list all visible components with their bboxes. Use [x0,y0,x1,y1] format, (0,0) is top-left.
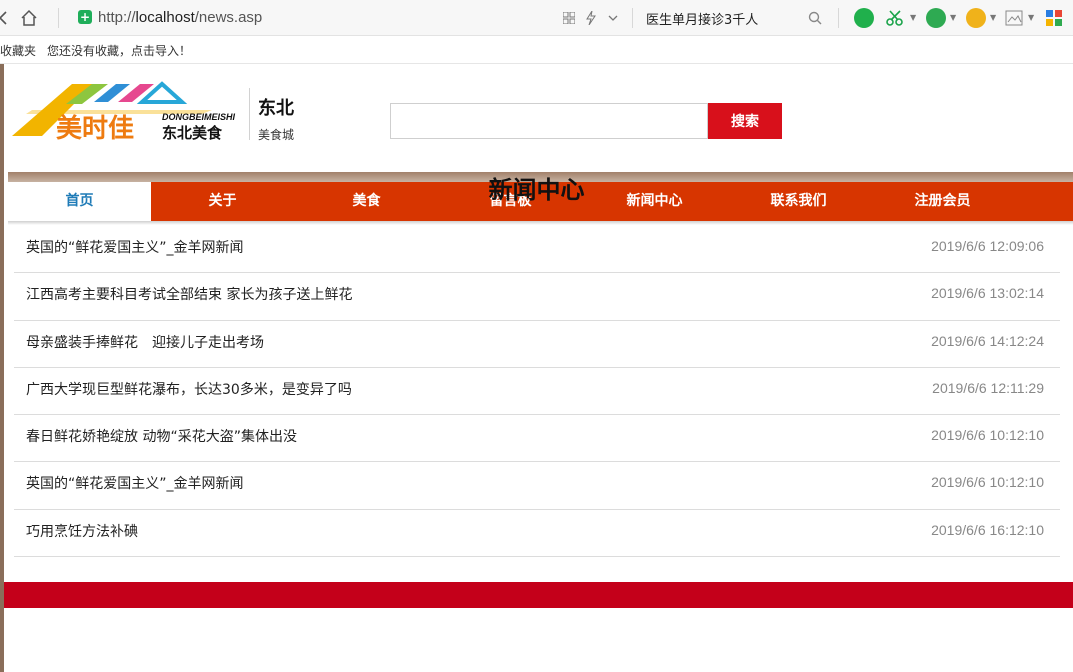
chevron-down-icon[interactable]: ▼ [950,13,956,22]
news-title-link[interactable]: 英国的“鲜花爱国主义”_金羊网新闻 [26,237,244,257]
site-logo[interactable]: 美时佳 DONGBEIMEISHI 东北美食 [12,80,244,144]
brand-subtitle: 美食城 [258,128,295,142]
site-footer [4,582,1073,608]
news-date: 2019/6/6 13:02:14 [931,285,1044,302]
brand-divider [249,88,250,140]
chevron-down-icon[interactable]: ▼ [910,13,916,22]
search-suggestion[interactable]: 医生单月接诊3千人 [646,9,758,28]
list-item[interactable]: 英国的“鲜花爱国主义”_金羊网新闻 2019/6/6 10:12:10 [14,462,1060,510]
list-item[interactable]: 英国的“鲜花爱国主义”_金羊网新闻 2019/6/6 12:09:06 [14,226,1060,274]
browser-toolbar: + http://localhost/news.asp 医生单月接诊3千人 ▼ … [0,0,1073,36]
list-item[interactable]: 广西大学现巨型鲜花瀑布，长达30多米，是变异了吗 2019/6/6 12:11:… [14,368,1060,416]
news-title-link[interactable]: 春日鲜花娇艳绽放 动物“采花大盗”集体出没 [26,426,297,446]
logo-text: 美时佳 [56,114,135,144]
url-host: localhost [135,9,195,26]
bookmarks-bar: 收藏夹 您还没有收藏，点击导入！ [0,36,1073,64]
news-title-link[interactable]: 母亲盛装手捧鲜花 迎接儿子走出考场 [26,332,264,352]
coin-icon[interactable] [966,8,986,28]
page-title: 新闻中心 [488,176,585,204]
back-arrow-icon[interactable] [0,9,12,27]
bookmarks-import-hint[interactable]: 您还没有收藏，点击导入！ [47,42,191,59]
image-icon[interactable] [1005,9,1023,27]
news-date: 2019/6/6 12:11:29 [932,379,1044,396]
chevron-down-icon[interactable]: ▼ [1028,13,1034,22]
list-item[interactable]: 江西高考主要科目考试全部结束 家长为孩子送上鲜花 2019/6/6 13:02:… [14,273,1060,321]
home-icon[interactable] [20,9,38,27]
apps-grid-icon[interactable] [1045,9,1063,27]
news-date: 2019/6/6 12:09:06 [931,238,1044,254]
chevron-down-icon[interactable]: ▼ [990,13,996,22]
news-date: 2019/6/6 16:12:10 [931,521,1044,538]
chevron-down-icon[interactable] [604,9,622,27]
news-date: 2019/6/6 10:12:10 [931,427,1044,444]
translate-icon[interactable] [926,8,946,28]
toolbar-divider [58,8,59,28]
list-item[interactable]: 母亲盛装手捧鲜花 迎接儿子走出考场 2019/6/6 14:12:24 [14,321,1060,368]
chat-extension-icon[interactable] [854,8,874,28]
search-button[interactable]: 搜索 [708,103,782,139]
search-icon[interactable] [806,9,824,27]
news-date: 2019/6/6 14:12:24 [931,332,1044,349]
brand-title: 东北 [258,98,294,119]
toolbar-divider [632,8,633,28]
site-header: 美时佳 DONGBEIMEISHI 东北美食 东北 美食城 搜索 [8,64,1073,172]
toolbar-divider [838,8,839,28]
scissors-icon[interactable] [886,9,904,27]
logo-pinyin: DONGBEIMEISHI [162,112,236,122]
list-item[interactable]: 巧用烹饪方法补碘 2019/6/6 16:12:10 [14,510,1060,558]
news-title-link[interactable]: 英国的“鲜花爱国主义”_金羊网新闻 [26,473,244,493]
address-bar[interactable]: http://localhost/news.asp [98,9,262,26]
secure-icon[interactable]: + [78,10,92,24]
nav-shadow [8,221,1073,225]
bookmarks-label[interactable]: 收藏夹 [0,42,36,59]
list-item[interactable]: 春日鲜花娇艳绽放 动物“采花大盗”集体出没 2019/6/6 10:12:10 [14,415,1060,463]
lightning-icon[interactable] [582,9,600,27]
qr-grid-icon[interactable] [560,9,578,27]
news-title-link[interactable]: 江西高考主要科目考试全部结束 家长为孩子送上鲜花 [26,284,352,304]
news-date: 2019/6/6 10:12:10 [931,474,1044,491]
news-title-link[interactable]: 巧用烹饪方法补碘 [26,521,138,541]
logo-subtext: 东北美食 [162,124,223,142]
news-list: 英国的“鲜花爱国主义”_金羊网新闻 2019/6/6 12:09:06 江西高考… [14,226,1060,558]
url-path: /news.asp [194,9,263,26]
site-search-input[interactable] [390,103,708,139]
news-title-link[interactable]: 广西大学现巨型鲜花瀑布，长达30多米，是变异了吗 [26,379,352,399]
url-scheme: http:// [98,9,136,26]
